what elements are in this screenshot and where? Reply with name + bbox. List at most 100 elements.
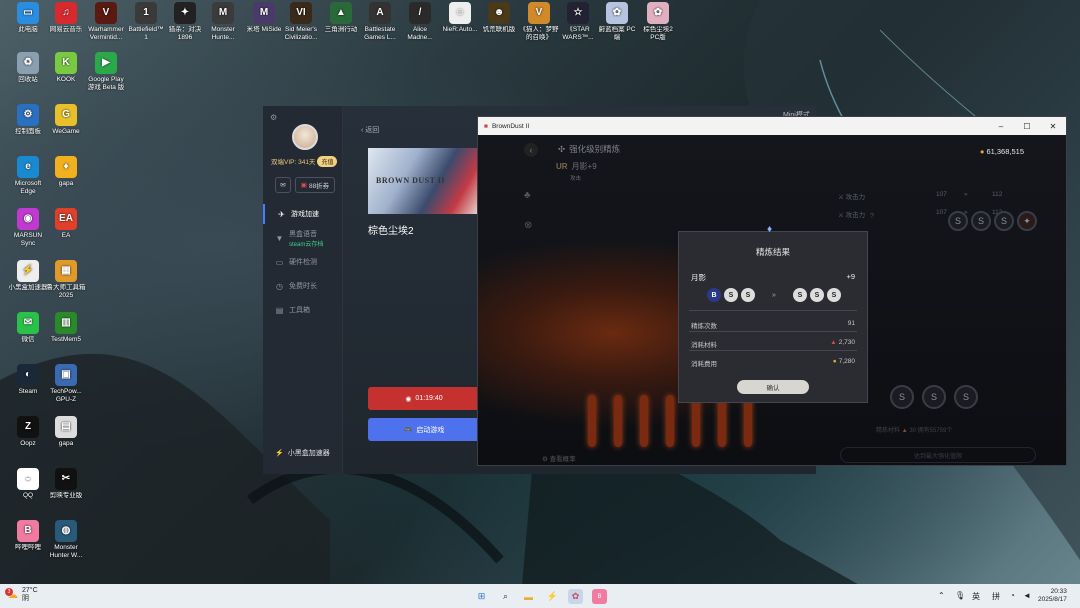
app-icon: EA — [55, 208, 77, 230]
gold-counter: ● 61,368,515 — [980, 147, 1024, 156]
desktop-icon[interactable]: ▲ 三角洲行动 — [321, 2, 361, 34]
mail-icon[interactable]: ✉ — [275, 177, 291, 193]
start-button[interactable]: ⊞ — [474, 589, 489, 604]
desktop-icon[interactable]: EA EA — [46, 208, 86, 240]
desktop-icon-label: 饥荒联机版 — [482, 26, 516, 33]
dialog-title: 精炼结果 — [755, 247, 790, 257]
app-icon: ▲ — [330, 2, 352, 24]
desktop-icon[interactable]: ✿ 棕色尘埃2 PC版 — [638, 2, 678, 42]
desktop-icon[interactable]: ⚙ 控制面板 — [8, 104, 48, 136]
divider — [689, 350, 857, 351]
desktop-icon[interactable]: ◍ Monster Hunter W... — [46, 520, 86, 560]
stop-accel-button[interactable]: ◉ 01:19:40 — [368, 387, 480, 410]
desktop-icon[interactable]: ◐ Steam — [8, 364, 48, 396]
accelerator-brand: ⚡ 小黑盒加速器 — [275, 448, 330, 458]
close-button[interactable]: ✕ — [1040, 122, 1066, 131]
desktop-icon[interactable]: ▥ TestMem5 — [46, 312, 86, 344]
game-name: 棕色尘埃2 — [368, 226, 414, 237]
desktop-icon[interactable]: ▦ 鲁大师工具箱2025 — [46, 260, 86, 300]
help-icon[interactable]: ? — [870, 213, 874, 220]
nav-icon: ▼ — [275, 233, 284, 243]
sidebar-nav-item[interactable]: ▼ 黑盒语音 steam云存档 — [263, 228, 343, 248]
desktop-icon-label: 回收站 — [18, 76, 38, 83]
desktop-icon[interactable]: ▭ 此电脑 — [8, 2, 48, 34]
microphone-icon[interactable]: 🎙 — [955, 591, 965, 600]
desktop-icon[interactable]: ▣ TechPow... GPU-Z — [46, 364, 86, 404]
clock[interactable]: 20:33 2025/8/17 — [1038, 588, 1067, 604]
avatar[interactable] — [292, 124, 318, 150]
desktop-icon[interactable]: ☆ 《STAR WARS™... — [558, 2, 598, 42]
desktop-icon[interactable]: G WeGame — [46, 104, 86, 136]
weather-widget[interactable]: ☁ 3 27°C 阴 — [5, 587, 38, 603]
desktop-icon[interactable]: B 哔哩哔哩 — [8, 520, 48, 552]
sidebar-nav-item[interactable]: ◷ 免费时长 — [263, 276, 343, 296]
minimize-button[interactable]: – — [988, 122, 1014, 131]
ime-mode[interactable]: 拼 — [992, 591, 1000, 602]
file-explorer-icon[interactable]: ▬ — [521, 589, 536, 604]
desktop-icon[interactable]: ♦ gapa — [46, 156, 86, 188]
confirm-button[interactable]: 确认 — [737, 380, 809, 394]
desktop-icon[interactable]: ▤ gapa — [46, 416, 86, 448]
desktop-icon[interactable]: ♫ 网易云音乐 — [46, 2, 86, 34]
desktop-icon[interactable]: ✂ 剪映专业版 — [46, 468, 86, 500]
bilibili-taskbar-icon[interactable]: B — [592, 589, 607, 604]
desktop-icon[interactable]: K KOOK — [46, 52, 86, 84]
coupon-button[interactable]: ▣ 88折券 — [295, 177, 335, 193]
desktop-icon[interactable]: ◒ QQ — [8, 468, 48, 500]
sword-icon: ⚔ 攻击力 — [838, 209, 936, 219]
back-arrow-icon[interactable]: ‹ — [524, 143, 538, 157]
desktop-icon[interactable]: M 米塔 MiSide — [244, 2, 284, 34]
clock-date: 2025/8/17 — [1038, 596, 1067, 603]
team-icon[interactable]: ♣ — [524, 190, 531, 201]
desktop-icon-label: 猎杀：对决 1896 — [168, 26, 202, 41]
desktop-icon[interactable]: / Alice Madne... — [400, 2, 440, 42]
desktop-icon[interactable]: e Microsoft Edge — [8, 156, 48, 196]
ime-lang[interactable]: 英 — [972, 591, 980, 602]
sidebar-nav-item[interactable]: ✈ 游戏加速 — [263, 204, 343, 224]
desktop-icon[interactable]: VI Sid Meier's Civilizatio... — [281, 2, 321, 42]
desktop-icon[interactable]: ✿ 蔚蓝档案 PC端 — [597, 2, 637, 42]
filter-icon[interactable]: ⊗ — [524, 220, 532, 231]
view-prob-button[interactable]: ⚙ 查看概率 — [542, 453, 576, 463]
bottom-s-chips: SSS — [890, 385, 978, 409]
desktop-icon[interactable]: ☻ 饥荒联机版 — [479, 2, 519, 34]
desktop-icon-label: 《猫人：梦野的召唤》 — [519, 26, 559, 41]
desktop-icon-label: Google Play 游戏 Beta 版 — [87, 76, 125, 91]
launch-game-button[interactable]: 🎮 启动游戏 — [368, 418, 480, 441]
desktop-icon[interactable]: M Monster Hunte... — [203, 2, 243, 42]
desktop-icon[interactable]: V Warhammer Vermintid... — [86, 2, 126, 42]
char-info: UR 月影+9 攻击 — [556, 161, 597, 182]
wifi-icon[interactable]: ◔ — [1010, 591, 1015, 600]
accelerator-taskbar-icon[interactable]: ⚡ — [545, 589, 560, 604]
desktop-icon[interactable]: Z Oopz — [8, 416, 48, 448]
settings-icon[interactable]: ⚙ — [270, 113, 277, 122]
app-icon: ♫ — [55, 2, 77, 24]
renew-button[interactable]: 充值 — [317, 156, 338, 167]
desktop-icon[interactable]: ▶ Google Play 游戏 Beta 版 — [86, 52, 126, 92]
search-icon[interactable]: ⌕ — [498, 589, 513, 604]
desktop-icon[interactable]: ☺ NieR:Auto... — [440, 2, 480, 34]
desktop-icon[interactable]: ♻ 回收站 — [8, 52, 48, 84]
volume-icon[interactable]: ◄ — [1023, 591, 1031, 600]
max-refine-button[interactable]: 达到最大强化值限 — [840, 447, 1036, 463]
desktop-icon-label: Microsoft Edge — [14, 180, 42, 195]
desktop-icon[interactable]: 1 Battlefield™ 1 — [126, 2, 166, 42]
desktop-icon-label: Warhammer Vermintid... — [88, 26, 124, 41]
sidebar-nav-item[interactable]: ▤ 工具箱 — [263, 300, 343, 320]
browndust-taskbar-icon[interactable]: ✿ — [568, 589, 583, 604]
result-value: 2,730 — [838, 339, 855, 346]
desktop-icon[interactable]: ◉ MARSUN Sync — [8, 208, 48, 248]
tray-chevron-icon[interactable]: ⌃ — [938, 591, 945, 600]
desktop-icon[interactable]: ✉ 微信 — [8, 312, 48, 344]
material-icon: ▲ — [830, 339, 837, 346]
desktop-icon[interactable]: V 《猫人：梦野的召唤》 — [519, 2, 559, 42]
result-label: 消耗材料 — [691, 342, 717, 349]
app-icon: M — [212, 2, 234, 24]
accelerator-sidebar: ⚙ 双端VIP: 341天 充值 ✉ ▣ 88折券 ✈ 游戏加速 ▼ 黑盒语音 steam云… — [263, 106, 343, 474]
back-button[interactable]: ‹ 返回 — [361, 125, 379, 135]
desktop-icon[interactable]: ✦ 猎杀：对决 1896 — [165, 2, 205, 42]
desktop-icon[interactable]: ⚡ 小黑盒加速器 — [8, 260, 48, 292]
sidebar-nav-item[interactable]: ▭ 硬件检测 — [263, 252, 343, 272]
desktop-icon[interactable]: A Battlestate Games L... — [360, 2, 400, 42]
maximize-button[interactable]: ☐ — [1014, 122, 1040, 131]
